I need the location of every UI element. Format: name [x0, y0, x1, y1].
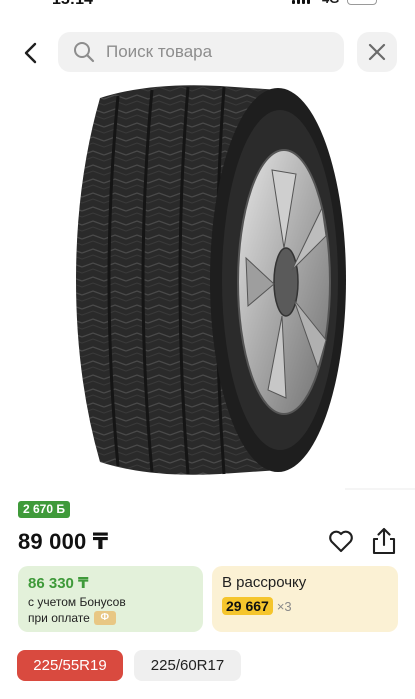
image-divider	[345, 488, 415, 490]
battery-icon	[347, 0, 377, 5]
back-button[interactable]	[14, 36, 48, 70]
installment-multiplier: ×3	[276, 598, 292, 614]
network-label: 4G	[322, 0, 339, 6]
bonus-price: 86 330 ₸	[28, 575, 89, 592]
bonus-price-card: 86 330 ₸ с учетом Бонусов при оплате Ф	[18, 566, 203, 632]
payment-note-text: при оплате	[28, 611, 90, 625]
top-bar	[0, 30, 415, 76]
product-price: 89 000 ₸	[18, 529, 109, 554]
size-option-selected[interactable]: 225/55R19	[17, 650, 123, 681]
search-input[interactable]	[106, 42, 326, 62]
bonus-badge: 2 670 Б	[18, 501, 70, 518]
installment-amount: 29 667	[222, 597, 273, 615]
search-box[interactable]	[58, 32, 344, 72]
chevron-left-icon	[24, 42, 37, 64]
signal-icon	[292, 0, 310, 4]
search-icon	[74, 42, 95, 63]
product-image[interactable]	[60, 78, 350, 480]
close-icon	[368, 43, 386, 61]
status-time: 15:14	[52, 0, 93, 9]
size-option[interactable]: 225/60R17	[134, 650, 241, 681]
share-icon[interactable]	[370, 526, 398, 556]
heart-icon[interactable]	[327, 527, 355, 555]
installment-title: В рассрочку	[222, 574, 307, 591]
payment-method-badge: Ф	[93, 611, 116, 625]
close-button[interactable]	[357, 32, 397, 72]
installment-card[interactable]: В рассрочку 29 667 ×3	[212, 566, 398, 632]
bonus-note: с учетом Бонусов	[28, 595, 126, 609]
payment-note: при оплате Ф	[28, 611, 116, 625]
status-bar: 15:14 4G	[0, 0, 415, 10]
installment-row: 29 667 ×3	[222, 597, 292, 615]
